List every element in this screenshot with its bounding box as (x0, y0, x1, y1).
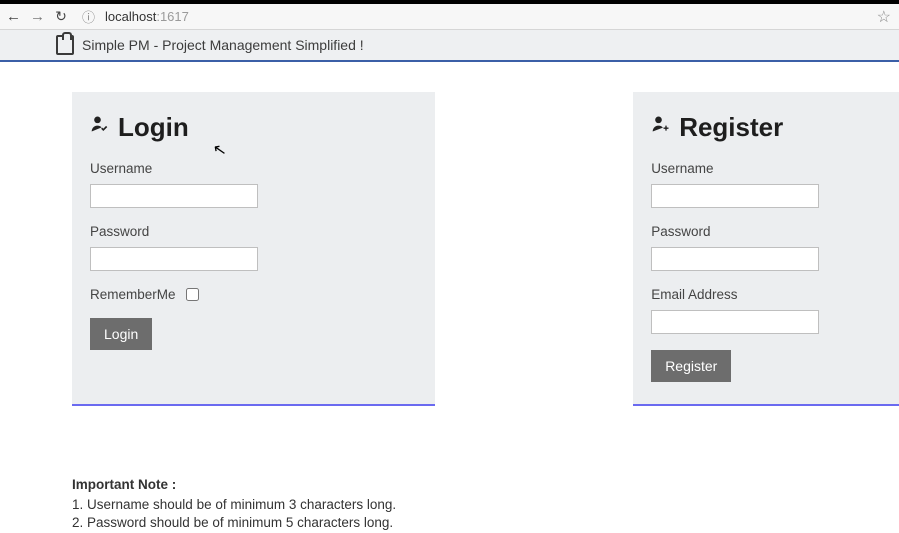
login-panel: Login Username Password RememberMe Login (72, 92, 435, 406)
register-heading: Register (651, 112, 899, 143)
note-line-2: 2. Password should be of minimum 5 chara… (72, 514, 899, 532)
reload-icon[interactable]: ↻ (54, 8, 68, 25)
remember-me-row: RememberMe (90, 287, 417, 302)
globe-icon: ⓘ (82, 7, 95, 26)
url-port: :1617 (156, 9, 189, 24)
register-email-label: Email Address (651, 287, 899, 302)
login-username-label: Username (90, 161, 417, 176)
register-panel: Register Username Password Email Address… (633, 92, 899, 406)
register-password-label: Password (651, 224, 899, 239)
register-heading-text: Register (679, 112, 783, 143)
note-line-1: 1. Username should be of minimum 3 chara… (72, 496, 899, 514)
note-title: Important Note : (72, 476, 899, 494)
main-content: Login Username Password RememberMe Login… (0, 62, 899, 406)
login-heading-text: Login (118, 112, 189, 143)
app-logo-icon (56, 35, 74, 55)
forward-icon[interactable]: → (30, 8, 44, 25)
remember-me-label: RememberMe (90, 287, 176, 302)
login-password-label: Password (90, 224, 417, 239)
important-note: Important Note : 1. Username should be o… (72, 476, 899, 533)
login-button[interactable]: Login (90, 318, 152, 350)
bookmark-star-icon[interactable]: ☆ (877, 7, 891, 27)
register-button[interactable]: Register (651, 350, 731, 382)
login-password-input[interactable] (90, 247, 258, 271)
url-host: localhost (105, 9, 156, 24)
register-email-input[interactable] (651, 310, 819, 334)
login-username-input[interactable] (90, 184, 258, 208)
app-title-bar: Simple PM - Project Management Simplifie… (0, 30, 899, 62)
register-username-input[interactable] (651, 184, 819, 208)
remember-me-checkbox[interactable] (186, 288, 199, 301)
url-text[interactable]: localhost:1617 (105, 9, 189, 24)
user-check-icon (90, 114, 110, 140)
back-icon[interactable]: ← (6, 8, 20, 25)
register-username-label: Username (651, 161, 899, 176)
login-heading: Login (90, 112, 417, 143)
user-plus-icon (651, 114, 671, 140)
browser-address-bar: ← → ↻ ⓘ localhost:1617 ☆ (0, 4, 899, 30)
register-password-input[interactable] (651, 247, 819, 271)
app-title: Simple PM - Project Management Simplifie… (82, 37, 364, 53)
